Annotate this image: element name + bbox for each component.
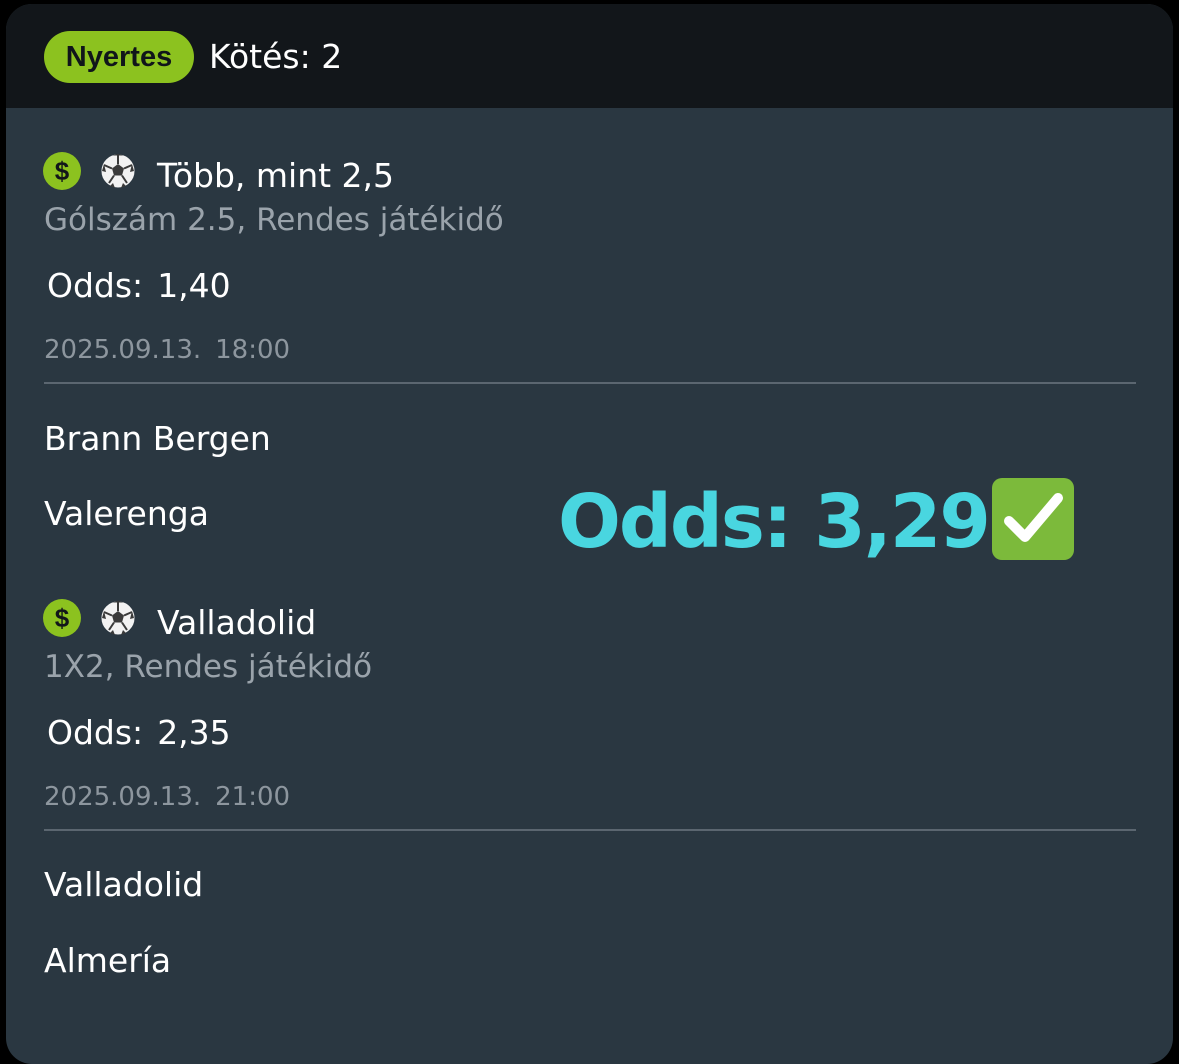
odds-value: 2,35 xyxy=(157,713,231,752)
dollar-icon: $ xyxy=(43,152,81,190)
selection-title: Több, mint 2,5 xyxy=(157,156,395,195)
home-team: Brann Bergen xyxy=(44,419,271,458)
odds-label: Odds: xyxy=(47,266,144,305)
selection-datetime: 2025.09.13. 18:00 xyxy=(44,332,290,368)
soccer-ball-icon xyxy=(100,153,136,189)
away-team: Valerenga xyxy=(44,494,209,533)
odds-value: 1,40 xyxy=(157,266,231,305)
check-mark-button-icon xyxy=(992,478,1074,560)
home-team: Valladolid xyxy=(44,865,204,904)
dollar-icon: $ xyxy=(43,599,81,637)
away-team: Almería xyxy=(44,941,172,980)
divider xyxy=(44,829,1136,831)
bet-slip-header: Nyertes Kötés: 2 xyxy=(6,4,1173,108)
soccer-ball-icon xyxy=(100,600,136,636)
selection-datetime: 2025.09.13. 21:00 xyxy=(44,779,290,815)
event-time: 21:00 xyxy=(215,782,291,812)
event-time: 18:00 xyxy=(215,335,291,365)
bet-slip-card[interactable]: Nyertes Kötés: 2 $ Több, mint 2,5 Gólszá… xyxy=(6,4,1173,1064)
event-date: 2025.09.13. xyxy=(44,335,202,365)
selection-title: Valladolid xyxy=(157,603,317,642)
selection-odds: Odds: 1,40 xyxy=(47,264,231,308)
selection-market: 1X2, Rendes játékidő xyxy=(44,649,373,685)
check-mark-icon xyxy=(1004,493,1063,542)
total-odds: Odds: 3,29 xyxy=(558,479,991,565)
status-badge: Nyertes xyxy=(44,31,194,83)
selection-odds: Odds: 2,35 xyxy=(47,711,231,755)
divider xyxy=(44,382,1136,384)
bet-count-label: Kötés: 2 xyxy=(209,37,343,76)
selection-market: Gólszám 2.5, Rendes játékidő xyxy=(44,202,504,238)
odds-label: Odds: xyxy=(47,713,144,752)
event-date: 2025.09.13. xyxy=(44,782,202,812)
